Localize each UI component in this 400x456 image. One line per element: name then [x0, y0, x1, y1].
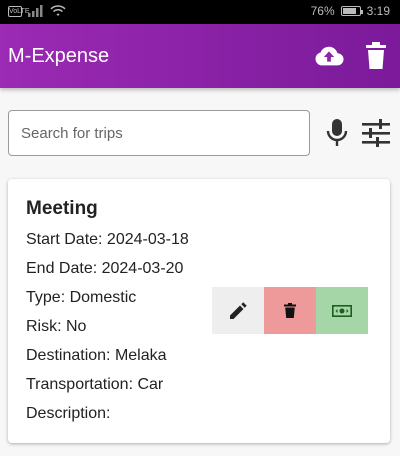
volte-icon: VoLTE [8, 5, 30, 17]
filter-sliders-icon[interactable] [362, 118, 390, 148]
trip-destination: Destination: Melaka [26, 347, 167, 364]
trip-transportation: Transportation: Car [26, 376, 164, 393]
status-right: 76% 3:19 [311, 4, 390, 18]
mic-icon[interactable] [326, 118, 348, 148]
clock: 3:19 [366, 4, 390, 18]
trip-risk: Risk: No [26, 318, 87, 335]
trip-description: Description: [26, 405, 111, 422]
delete-button[interactable] [264, 287, 316, 334]
trip-end-date: End Date: 2024-03-20 [26, 260, 184, 277]
wifi-icon [50, 5, 66, 16]
battery-percent: 76% [310, 4, 335, 18]
expense-button[interactable] [316, 287, 368, 334]
signal-icon [28, 5, 43, 17]
money-icon [332, 304, 352, 317]
trip-name: Meeting [26, 198, 98, 219]
app-bar: M-Expense [0, 24, 400, 88]
trip-card[interactable]: Meeting Start Date: 2024-03-18 End Date:… [8, 179, 390, 443]
delete-icon [284, 303, 296, 318]
search-row [8, 110, 392, 156]
edit-pencil-icon [230, 301, 247, 319]
cloud-upload-icon[interactable] [314, 42, 344, 70]
trip-start-date: Start Date: 2024-03-18 [26, 231, 189, 248]
edit-button[interactable] [212, 287, 264, 334]
battery-icon [340, 6, 363, 16]
app-title: M-Expense [8, 45, 110, 67]
trash-icon[interactable] [361, 42, 391, 70]
trip-type: Type: Domestic [26, 289, 137, 306]
status-left: VoLTE [8, 5, 66, 17]
search-input[interactable] [8, 110, 310, 156]
status-bar: VoLTE 76% 3:19 [0, 0, 400, 24]
